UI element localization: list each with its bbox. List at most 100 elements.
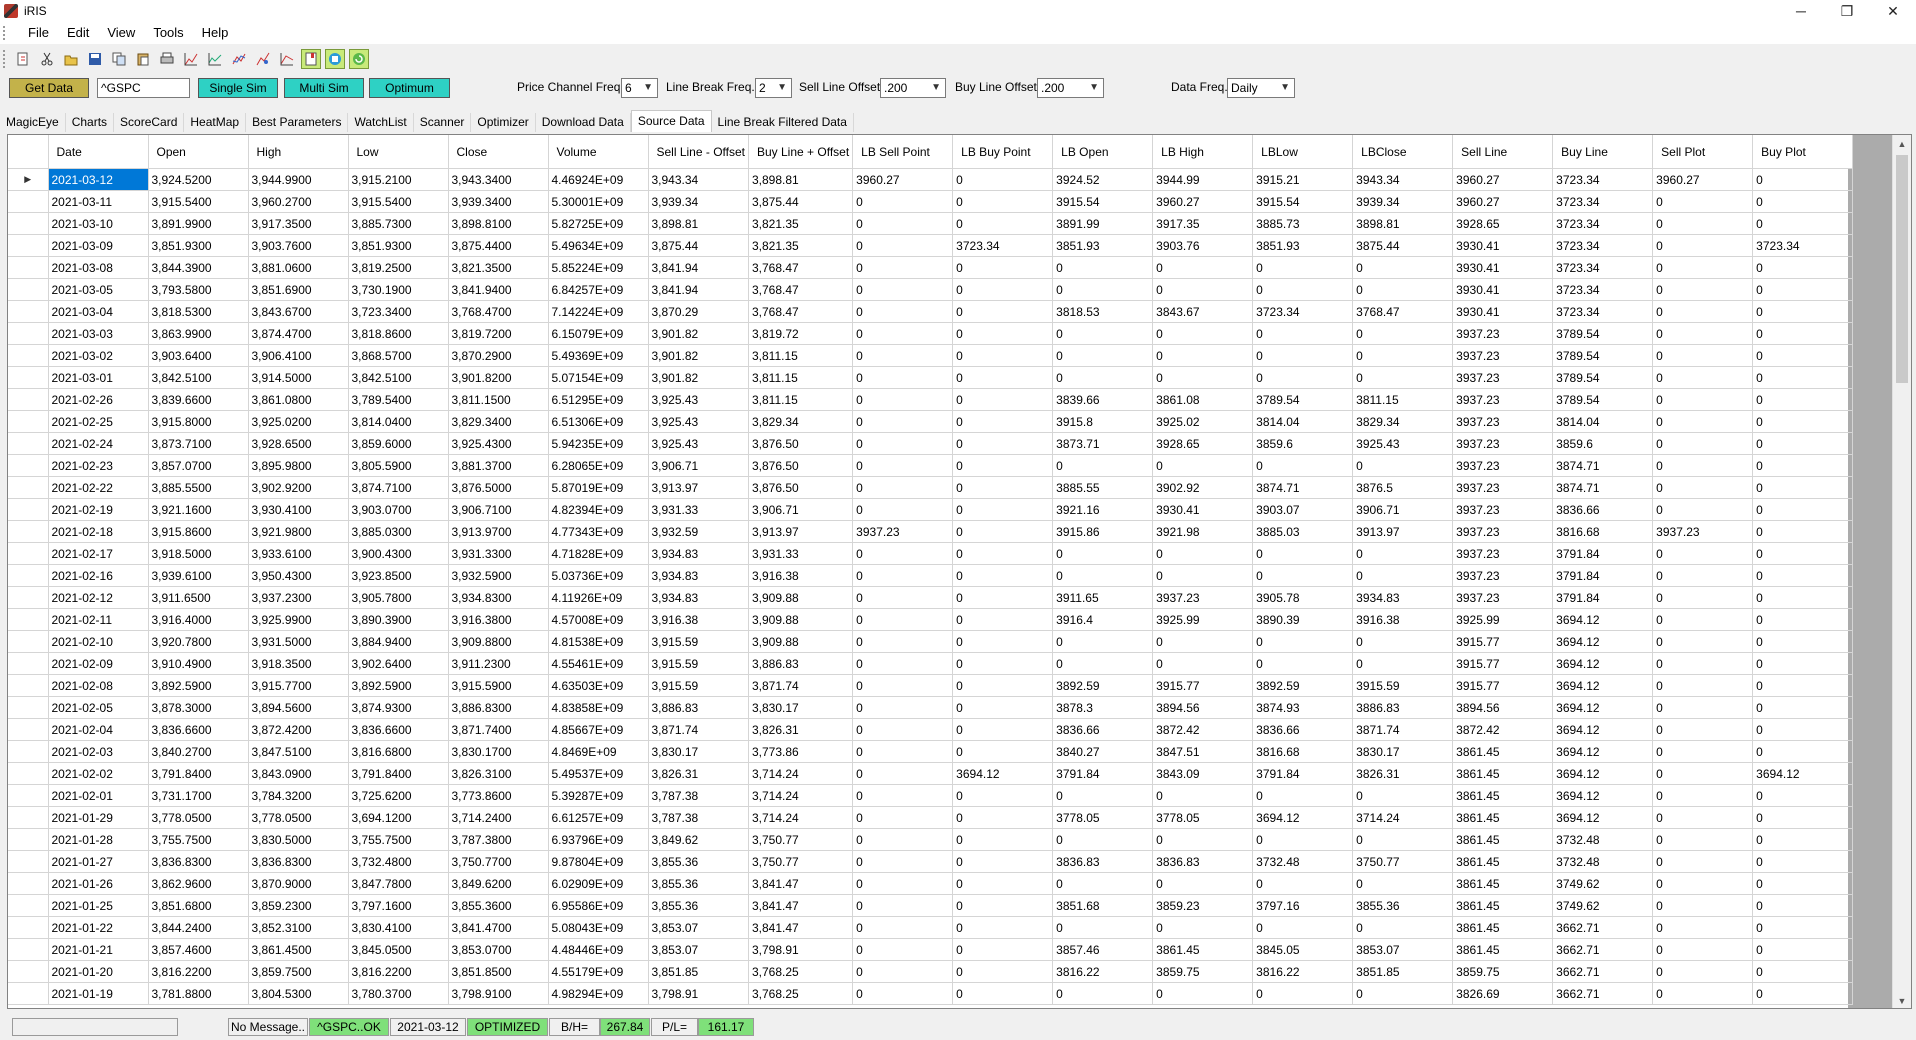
- table-cell[interactable]: 3,844.3900: [148, 256, 249, 279]
- table-cell[interactable]: 3,916.3800: [448, 608, 549, 631]
- table-cell[interactable]: 0: [1652, 696, 1754, 719]
- table-cell[interactable]: 3,818.5300: [148, 300, 249, 323]
- table-row[interactable]: 2021-01-21 3,857.4600 3,861.4500 3,845.0500…: [8, 938, 1854, 961]
- table-cell[interactable]: 0: [1052, 982, 1154, 1005]
- table-cell[interactable]: 3861.45: [1452, 850, 1554, 873]
- table-cell[interactable]: 3,836.8300: [248, 850, 349, 873]
- tab-watchlist[interactable]: WatchList: [348, 113, 414, 132]
- table-cell[interactable]: 0: [1652, 256, 1754, 279]
- table-cell[interactable]: 3,816.6800: [348, 740, 449, 763]
- table-cell[interactable]: 3861.45: [1452, 806, 1554, 829]
- table-cell[interactable]: 0: [852, 256, 954, 279]
- table-cell[interactable]: 0: [1152, 652, 1254, 675]
- table-cell[interactable]: 3723.34: [1552, 190, 1654, 213]
- table-cell[interactable]: 3778.05: [1052, 806, 1154, 829]
- table-cell[interactable]: 3874.71: [1552, 476, 1654, 499]
- row-header[interactable]: [8, 542, 49, 565]
- table-cell[interactable]: 3,843.0900: [248, 762, 349, 785]
- column-header[interactable]: LBClose: [1352, 135, 1454, 169]
- row-header[interactable]: [8, 234, 49, 257]
- table-cell[interactable]: 0: [1652, 850, 1754, 873]
- table-cell[interactable]: 0: [1052, 542, 1154, 565]
- table-cell[interactable]: 0: [1652, 894, 1754, 917]
- table-cell[interactable]: 3732.48: [1552, 850, 1654, 873]
- table-cell[interactable]: 3874.93: [1252, 696, 1354, 719]
- table-cell[interactable]: 3,937.2300: [248, 586, 349, 609]
- table-cell[interactable]: 3,840.2700: [148, 740, 249, 763]
- table-cell[interactable]: 3937.23: [1452, 476, 1554, 499]
- table-cell[interactable]: 3915.77: [1452, 652, 1554, 675]
- row-header[interactable]: [8, 344, 49, 367]
- table-cell[interactable]: 3,829.34: [748, 410, 854, 433]
- table-cell[interactable]: 0: [1352, 828, 1454, 851]
- table-cell[interactable]: 0: [1752, 674, 1854, 697]
- table-cell[interactable]: 3,931.3300: [448, 542, 549, 565]
- table-cell[interactable]: 3851.93: [1052, 234, 1154, 257]
- table-cell[interactable]: 0: [1652, 454, 1754, 477]
- table-cell[interactable]: 0: [852, 564, 954, 587]
- table-cell[interactable]: 3,851.85: [648, 960, 749, 983]
- table-cell[interactable]: 0: [1752, 718, 1854, 741]
- table-cell[interactable]: 3861.45: [1452, 938, 1554, 961]
- table-cell[interactable]: 6.15079E+09: [548, 322, 649, 345]
- table-cell[interactable]: 3768.47: [1352, 300, 1454, 323]
- table-cell[interactable]: 2021-02-10: [48, 630, 149, 653]
- cut-icon[interactable]: [37, 49, 57, 69]
- table-cell[interactable]: 3,851.9300: [348, 234, 449, 257]
- table-cell[interactable]: 3853.07: [1352, 938, 1454, 961]
- table-cell[interactable]: 3,829.3400: [448, 410, 549, 433]
- table-cell[interactable]: 2021-03-08: [48, 256, 149, 279]
- table-cell[interactable]: 3,915.2100: [348, 168, 449, 191]
- table-cell[interactable]: 3937.23: [1452, 454, 1554, 477]
- table-row[interactable]: 2021-02-16 3,939.6100 3,950.4300 3,923.8500…: [8, 564, 1854, 587]
- table-cell[interactable]: 0: [1352, 366, 1454, 389]
- table-cell[interactable]: 3,915.59: [648, 630, 749, 653]
- table-cell[interactable]: 0: [1152, 344, 1254, 367]
- table-cell[interactable]: 3,811.15: [748, 366, 854, 389]
- table-cell[interactable]: 3,876.50: [748, 432, 854, 455]
- table-cell[interactable]: 0: [1752, 982, 1854, 1005]
- table-cell[interactable]: 0: [952, 784, 1054, 807]
- table-cell[interactable]: 3,884.9400: [348, 630, 449, 653]
- table-cell[interactable]: 3,906.4100: [248, 344, 349, 367]
- table-cell[interactable]: 3811.15: [1352, 388, 1454, 411]
- table-cell[interactable]: 3836.66: [1252, 718, 1354, 741]
- table-cell[interactable]: 0: [952, 850, 1054, 873]
- line-break-select[interactable]: 2 ▼: [755, 78, 792, 98]
- table-cell[interactable]: 3,816.2200: [148, 960, 249, 983]
- table-cell[interactable]: 3937.23: [1452, 498, 1554, 521]
- table-cell[interactable]: 2021-03-03: [48, 322, 149, 345]
- row-header[interactable]: [8, 366, 49, 389]
- table-cell[interactable]: 3915.77: [1452, 630, 1554, 653]
- table-cell[interactable]: 5.39287E+09: [548, 784, 649, 807]
- table-cell[interactable]: 3,804.5300: [248, 982, 349, 1005]
- table-row[interactable]: 2021-03-11 3,915.5400 3,960.2700 3,915.5400…: [8, 190, 1854, 213]
- table-cell[interactable]: 0: [952, 630, 1054, 653]
- table-cell[interactable]: 0: [1652, 784, 1754, 807]
- table-cell[interactable]: 0: [1352, 916, 1454, 939]
- table-cell[interactable]: 3,849.6200: [448, 872, 549, 895]
- row-header[interactable]: [8, 212, 49, 235]
- open-icon[interactable]: [61, 49, 81, 69]
- table-cell[interactable]: 3,934.83: [648, 586, 749, 609]
- table-cell[interactable]: 3723.34: [1552, 256, 1654, 279]
- table-row[interactable]: 2021-01-28 3,755.7500 3,830.5000 3,755.7500…: [8, 828, 1854, 851]
- table-cell[interactable]: 3847.51: [1152, 740, 1254, 763]
- table-cell[interactable]: 5.85224E+09: [548, 256, 649, 279]
- table-cell[interactable]: 0: [1752, 454, 1854, 477]
- table-cell[interactable]: 3,939.6100: [148, 564, 249, 587]
- table-cell[interactable]: 0: [852, 696, 954, 719]
- table-cell[interactable]: 3662.71: [1552, 916, 1654, 939]
- table-cell[interactable]: 3,875.44: [748, 190, 854, 213]
- table-cell[interactable]: 3885.55: [1052, 476, 1154, 499]
- table-cell[interactable]: 3,911.6500: [148, 586, 249, 609]
- table-cell[interactable]: 3,960.2700: [248, 190, 349, 213]
- table-row[interactable]: 2021-02-26 3,839.6600 3,861.0800 3,789.5400…: [8, 388, 1854, 411]
- table-cell[interactable]: 3,892.5900: [348, 674, 449, 697]
- table-cell[interactable]: 5.03736E+09: [548, 564, 649, 587]
- table-cell[interactable]: 0: [1652, 366, 1754, 389]
- column-header[interactable]: LB Buy Point: [952, 135, 1054, 169]
- table-cell[interactable]: 0: [1752, 564, 1854, 587]
- table-cell[interactable]: 6.51295E+09: [548, 388, 649, 411]
- table-cell[interactable]: 0: [852, 938, 954, 961]
